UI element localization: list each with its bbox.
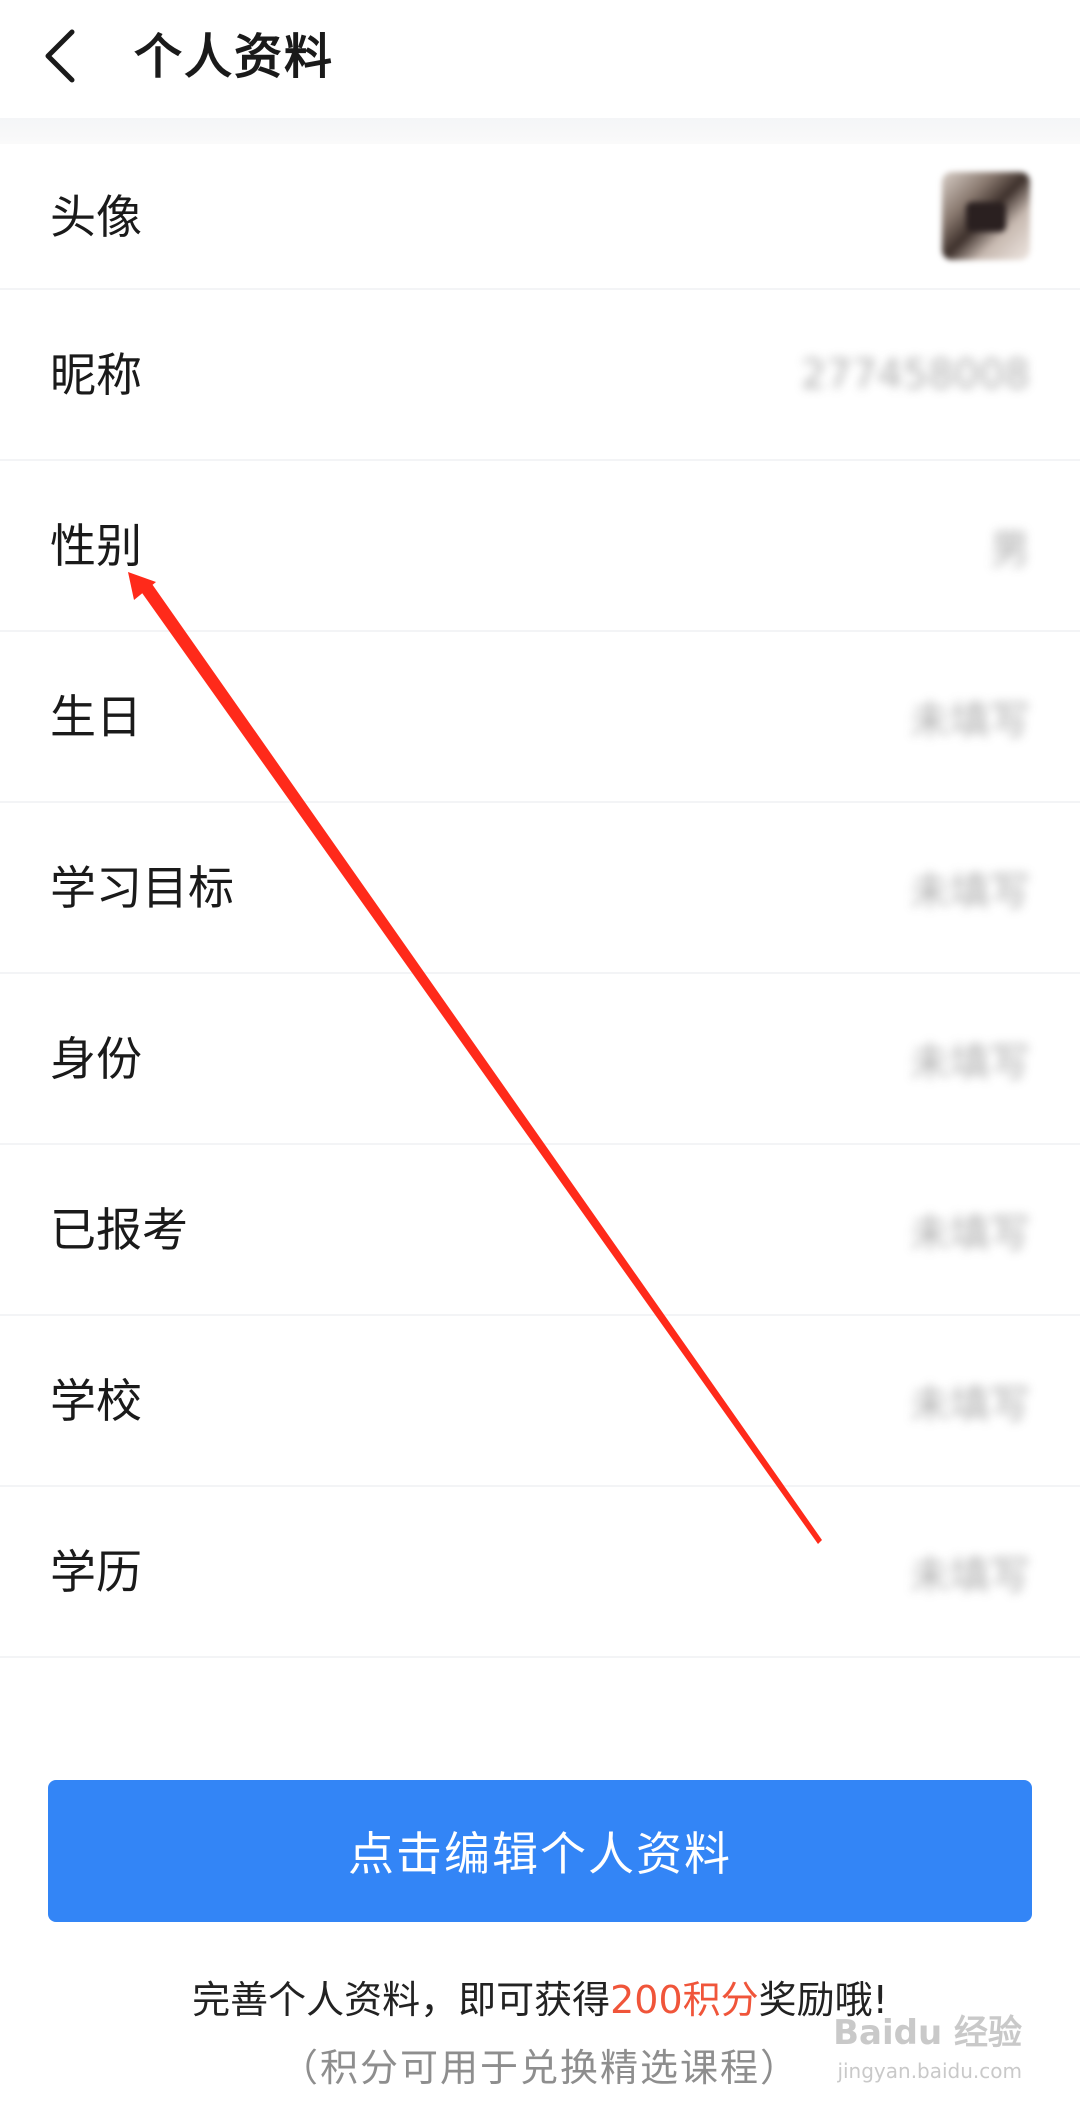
profile-row-label: 性别 (50, 519, 142, 573)
avatar[interactable] (942, 172, 1030, 260)
profile-row-value: 未填写 (910, 1210, 1030, 1257)
header-divider (0, 118, 1080, 144)
reward-prefix: 完善个人资料，即可获得 (192, 1978, 611, 2022)
profile-row-value: 277458008 (800, 351, 1030, 398)
profile-row-study-goal[interactable]: 学习目标 未填写 (0, 803, 1080, 974)
profile-row-birthday[interactable]: 生日 未填写 (0, 632, 1080, 803)
header-bar: 个人资料 (0, 0, 1080, 118)
profile-row-value: 未填写 (910, 1552, 1030, 1599)
profile-row-nickname[interactable]: 昵称 277458008 (0, 290, 1080, 461)
profile-list: 头像 昵称 277458008 性别 男 生日 未填写 学习目标 未填写 身份 … (0, 144, 1080, 1658)
profile-row-value: 男 (990, 526, 1030, 573)
watermark: Baidu 经验 jingyan.baidu.com (812, 2008, 1022, 2118)
profile-row-label: 身份 (50, 1032, 142, 1086)
profile-row-value: 未填写 (910, 1039, 1030, 1086)
profile-row-label: 昵称 (50, 348, 142, 402)
reward-points: 200积分 (610, 1978, 759, 2022)
watermark-url: jingyan.baidu.com (837, 2059, 1022, 2083)
profile-row-value: 未填写 (910, 868, 1030, 915)
profile-row-school[interactable]: 学校 未填写 (0, 1316, 1080, 1487)
profile-row-education[interactable]: 学历 未填写 (0, 1487, 1080, 1658)
profile-row-identity[interactable]: 身份 未填写 (0, 974, 1080, 1145)
edit-profile-button[interactable]: 点击编辑个人资料 (48, 1780, 1032, 1922)
profile-row-avatar[interactable]: 头像 (0, 144, 1080, 290)
profile-row-gender[interactable]: 性别 男 (0, 461, 1080, 632)
profile-row-label: 已报考 (50, 1203, 188, 1257)
profile-row-value: 未填写 (910, 1381, 1030, 1428)
profile-row-registered-exam[interactable]: 已报考 未填写 (0, 1145, 1080, 1316)
profile-row-label: 学习目标 (50, 861, 234, 915)
profile-row-label: 头像 (50, 190, 142, 244)
profile-row-label: 生日 (50, 690, 142, 744)
profile-row-value: 未填写 (910, 697, 1030, 744)
profile-row-label: 学历 (50, 1545, 142, 1599)
page-title: 个人资料 (134, 29, 335, 85)
chevron-left-icon[interactable] (38, 26, 86, 86)
profile-row-label: 学校 (50, 1374, 142, 1428)
watermark-brand: Baidu 经验 (833, 2013, 1022, 2053)
